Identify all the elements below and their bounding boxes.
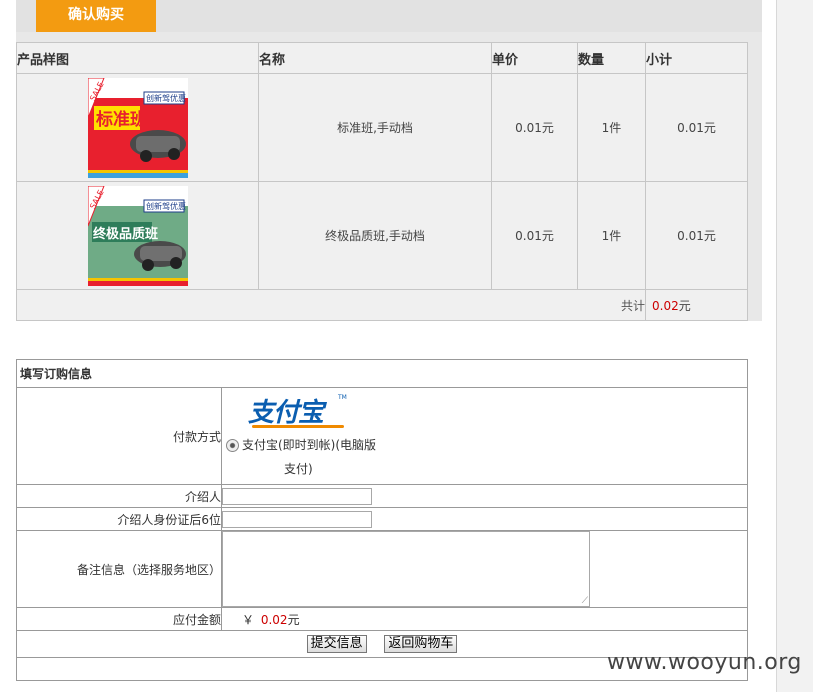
col-header-name: 名称 [258, 42, 492, 74]
alipay-radio[interactable] [226, 439, 239, 452]
promo-text: 创新驾优惠 [146, 201, 186, 211]
product-thumbnail[interactable]: SALE 创新驾优惠 标准班 [87, 77, 188, 178]
payment-option-alipay[interactable]: 支付宝(即时到帐)(电脑版 [226, 436, 747, 453]
referrer-cell [221, 484, 748, 508]
referrer-id-cell [221, 507, 748, 531]
product-price: 0.01元 [491, 181, 578, 290]
submit-button[interactable]: 提交信息 [306, 635, 367, 653]
confirm-purchase-tab[interactable]: 确认购买 [36, 0, 156, 32]
payment-method-label: 付款方式 [16, 387, 222, 485]
thumbnail-title: 终极品质班 [93, 226, 158, 242]
table-row: SALE 创新驾优惠 标准班 标准班,手动档 0.01元 1件 0.01元 [16, 73, 748, 182]
product-price: 0.01元 [491, 73, 578, 182]
total-value: 0.02 [652, 298, 679, 313]
table-row: SALE 创新驾优惠 终极品质班 终极品质班,手动档 0.01元 1件 0.01… [16, 181, 748, 290]
amount-label: 应付金额 [16, 607, 222, 631]
col-header-qty: 数量 [577, 42, 646, 74]
cart-header-row: 产品样图 名称 单价 数量 小计 [16, 42, 748, 74]
col-header-subtotal: 小计 [645, 42, 748, 74]
alipay-tm: TM [338, 394, 347, 401]
referrer-id-input[interactable] [222, 510, 372, 528]
referrer-input[interactable] [222, 487, 372, 505]
product-thumbnail-art: SALE 创新驾优惠 标准班 [87, 77, 188, 178]
col-header-price: 单价 [491, 42, 578, 74]
product-subtotal: 0.01元 [645, 73, 748, 182]
amount-value: 0.02 [260, 612, 288, 627]
product-name: 标准班,手动档 [258, 73, 492, 182]
alipay-swoosh [252, 425, 344, 428]
product-name: 终极品质班,手动档 [258, 181, 492, 290]
total-unit: 元 [678, 298, 691, 313]
product-thumbnail-art: SALE 创新驾优惠 终极品质班 [87, 185, 188, 286]
product-thumbnail[interactable]: SALE 创新驾优惠 终极品质班 [87, 185, 188, 286]
product-qty: 1件 [577, 73, 646, 182]
remark-textarea[interactable]: ⟋ [222, 531, 590, 607]
remark-label: 备注信息（选择服务地区） [16, 530, 222, 608]
product-image-cell: SALE 创新驾优惠 标准班 [16, 73, 259, 182]
product-image-cell: SALE 创新驾优惠 终极品质班 [16, 181, 259, 290]
product-subtotal: 0.01元 [645, 181, 748, 290]
amount-unit: 元 [287, 612, 300, 627]
back-to-cart-button[interactable]: 返回购物车 [384, 635, 458, 653]
payment-option-text-line2: 支付) [284, 462, 313, 476]
page-scrollbar[interactable] [776, 0, 813, 692]
total-label: 共计 [620, 298, 645, 313]
remark-cell: ⟋ [221, 530, 748, 608]
order-form: 填写订购信息 付款方式 支付宝 TM 支付宝(即时到帐)(电脑版 支付) 介绍人… [16, 359, 748, 681]
alipay-logo: 支付宝 TM [248, 392, 388, 432]
payment-method-cell: 支付宝 TM 支付宝(即时到帐)(电脑版 支付) [221, 387, 748, 485]
col-header-image: 产品样图 [16, 42, 259, 74]
product-qty: 1件 [577, 181, 646, 290]
cart-table: 产品样图 名称 单价 数量 小计 SALE 创新驾优惠 标准班 标准班,手动档 … [16, 42, 748, 321]
promo-text: 创新驾优惠 [146, 93, 186, 103]
total-value-cell: 0.02元 [645, 289, 748, 321]
alipay-logo-text: 支付宝 [248, 398, 324, 428]
cart-total-row: 共计 0.02元 [16, 289, 748, 321]
resize-grip-icon[interactable]: ⟋ [582, 597, 588, 606]
referrer-label: 介绍人 [16, 484, 222, 508]
order-form-title: 填写订购信息 [16, 359, 748, 388]
total-label-cell: 共计 [16, 289, 646, 321]
watermark: www.wooyun.org [607, 650, 802, 675]
amount-cell: ￥ 0.02元 [221, 607, 748, 631]
amount-currency: ￥ [242, 612, 255, 627]
thumbnail-title: 标准班 [96, 109, 147, 130]
payment-option-text: 支付宝(即时到帐)(电脑版 [242, 438, 377, 452]
referrer-id-label: 介绍人身份证后6位 [16, 507, 222, 531]
